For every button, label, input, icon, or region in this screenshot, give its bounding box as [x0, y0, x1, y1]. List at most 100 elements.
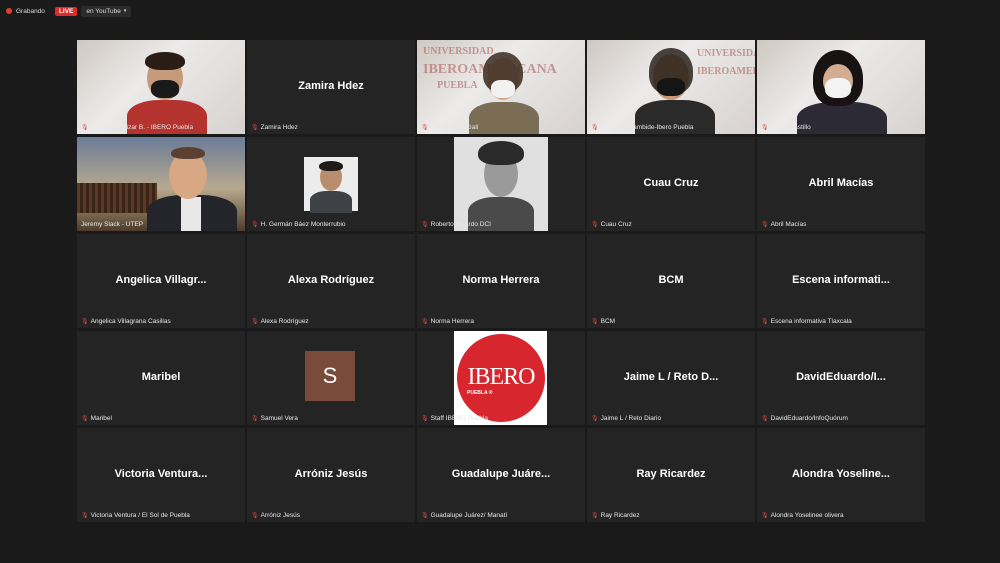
- ibero-logo-subtext: PUEBLA ®: [467, 390, 493, 396]
- chevron-down-icon: ▾: [123, 8, 127, 14]
- muted-mic-icon: 🎙: [761, 319, 769, 325]
- participant-tile[interactable]: Jaime L / Reto D... 🎙 Jaime L / Reto Diar…: [587, 331, 755, 425]
- participant-display-name: Jaime L / Reto D...: [623, 371, 719, 383]
- participant-avatar: S: [305, 351, 355, 401]
- muted-mic-icon: 🎙: [421, 125, 429, 131]
- participant-tile[interactable]: 🎙 Roberto Ricardo DCI: [417, 137, 585, 231]
- participant-tile[interactable]: Norma Herrera 🎙 Norma Herrera: [417, 234, 585, 328]
- participant-tile[interactable]: IBERO PUEBLA ® 🎙 Staff IBERO Puebla: [417, 331, 585, 425]
- participant-display-name: DavidEduardo/I...: [796, 371, 886, 383]
- ibero-logo-text: IBERO: [467, 364, 536, 390]
- participant-tile[interactable]: Ray Ricardez 🎙 Ray Ricardez: [587, 428, 755, 522]
- participant-name-label: 🎙 BCM: [591, 318, 616, 325]
- muted-mic-icon: 🎙: [251, 513, 259, 519]
- participant-tile[interactable]: Alexa Rodríguez 🎙 Alexa Rodríguez: [247, 234, 415, 328]
- participant-tile[interactable]: Cuau Cruz 🎙 Cuau Cruz: [587, 137, 755, 231]
- muted-mic-icon: 🎙: [761, 513, 769, 519]
- participant-name-label: Jeremy Slack - UTEP: [81, 221, 144, 228]
- muted-mic-icon: 🎙: [81, 125, 89, 131]
- participant-name-label: 🎙 Rosario Arrambide-Ibero Puebla: [591, 124, 694, 131]
- muted-mic-icon: 🎙: [81, 319, 89, 325]
- recording-bar: Grabando LIVE en YouTube ▾: [6, 4, 132, 18]
- participant-display-name: Angelica Villagr...: [115, 274, 207, 286]
- participant-display-name: Victoria Ventura...: [114, 468, 208, 480]
- participant-tile[interactable]: 🎙 Guillermo Yrizar B. - IBERO Puebla: [77, 40, 245, 134]
- participant-name-label: 🎙 Alondra Yoselinee olivera: [761, 512, 844, 519]
- participant-video: UNIVERSIDAD IBEROAMERICANA PUEBLA: [417, 40, 585, 134]
- participant-name-label: 🎙 Cuau Cruz: [591, 221, 632, 228]
- muted-mic-icon: 🎙: [251, 125, 259, 131]
- participant-name-label: 🎙 Ray Ricardez: [591, 512, 640, 519]
- participant-name-label: 🎙 Maribel: [81, 415, 112, 422]
- participant-tile[interactable]: 🎙 Nadia Castillo: [757, 40, 925, 134]
- participant-tile[interactable]: Maribel 🎙 Maribel: [77, 331, 245, 425]
- participant-name-label: 🎙 Abril Macías: [761, 221, 807, 228]
- muted-mic-icon: 🎙: [251, 319, 259, 325]
- muted-mic-icon: 🎙: [251, 222, 259, 228]
- participant-tile[interactable]: 🎙 H. Germán Báez Monterrubio: [247, 137, 415, 231]
- participant-display-name: Guadalupe Juáre...: [451, 468, 551, 480]
- muted-mic-icon: 🎙: [591, 125, 599, 131]
- muted-mic-icon: 🎙: [591, 416, 599, 422]
- participant-tile[interactable]: Guadalupe Juáre... 🎙 Guadalupe Juárez/ Ma…: [417, 428, 585, 522]
- muted-mic-icon: 🎙: [421, 513, 429, 519]
- muted-mic-icon: 🎙: [251, 416, 259, 422]
- muted-mic-icon: 🎙: [761, 222, 769, 228]
- live-badge: LIVE: [54, 6, 78, 16]
- participant-video: [77, 40, 245, 134]
- participant-name-label: 🎙 Zamira Hdez: [251, 124, 298, 131]
- participant-name-label: 🎙 Elena Ayala Galí: [421, 124, 479, 131]
- participant-tile[interactable]: S 🎙 Samuel Vera: [247, 331, 415, 425]
- muted-mic-icon: 🎙: [591, 319, 599, 325]
- participant-display-name: Ray Ricardez: [636, 468, 706, 480]
- participant-video: UNIVERSIDAD IBEROAMERICANA: [587, 40, 755, 134]
- participant-tile[interactable]: Escena informati... 🎙 Escena informativa …: [757, 234, 925, 328]
- participant-display-name: BCM: [658, 274, 684, 286]
- participant-tile[interactable]: Zamira Hdez 🎙 Zamira Hdez: [247, 40, 415, 134]
- gallery-grid: 🎙 Guillermo Yrizar B. - IBERO Puebla Zami…: [77, 40, 925, 522]
- youtube-label: en YouTube: [86, 7, 121, 15]
- participant-name-label: 🎙 Victoria Ventura / El Sol de Puebla: [81, 512, 190, 519]
- participant-profile-photo: [454, 137, 548, 231]
- participant-display-name: Alexa Rodríguez: [287, 274, 375, 286]
- youtube-stream-dropdown[interactable]: en YouTube ▾: [81, 5, 132, 17]
- recording-label: Grabando: [16, 7, 45, 15]
- muted-mic-icon: 🎙: [421, 416, 429, 422]
- participant-tile[interactable]: Alondra Yoseline... 🎙 Alondra Yoselinee o…: [757, 428, 925, 522]
- participant-name-label: 🎙 Roberto Ricardo DCI: [421, 221, 491, 228]
- participant-display-name: Escena informati...: [792, 274, 890, 286]
- muted-mic-icon: 🎙: [591, 222, 599, 228]
- muted-mic-icon: 🎙: [421, 222, 429, 228]
- muted-mic-icon: 🎙: [761, 125, 769, 131]
- muted-mic-icon: 🎙: [81, 513, 89, 519]
- participant-display-name: Cuau Cruz: [643, 177, 699, 189]
- participant-tile[interactable]: UNIVERSIDAD IBEROAMERICANA PUEBLA 🎙Elena…: [417, 40, 585, 134]
- participant-display-name: Zamira Hdez: [298, 80, 364, 92]
- participant-display-name: Maribel: [141, 371, 181, 383]
- participant-video: [757, 40, 925, 134]
- recording-icon: [6, 8, 12, 14]
- participant-name-label: 🎙 Jaime L / Reto Diario: [591, 415, 662, 422]
- participant-tile[interactable]: Arróniz Jesús 🎙 Arróniz Jesús: [247, 428, 415, 522]
- participant-tile[interactable]: UNIVERSIDAD IBEROAMERICANA 🎙Rosario Arra…: [587, 40, 755, 134]
- participant-name-label: 🎙 DavidEduardo/InfoQuórum: [761, 415, 848, 422]
- muted-mic-icon: 🎙: [761, 416, 769, 422]
- participant-name-label: 🎙 Escena informativa Tlaxcala: [761, 318, 852, 325]
- muted-mic-icon: 🎙: [81, 416, 89, 422]
- muted-mic-icon: 🎙: [421, 319, 429, 325]
- participant-tile[interactable]: Abril Macías 🎙 Abril Macías: [757, 137, 925, 231]
- participant-tile[interactable]: BCM 🎙 BCM: [587, 234, 755, 328]
- participant-name-label: 🎙 Guadalupe Juárez/ Manatí: [421, 512, 508, 519]
- participant-display-name: Abril Macías: [808, 177, 874, 189]
- participant-name-label: 🎙 H. Germán Báez Monterrubio: [251, 221, 346, 228]
- participant-tile[interactable]: DavidEduardo/I... 🎙 DavidEduardo/InfoQuór…: [757, 331, 925, 425]
- participant-name-label: 🎙 Samuel Vera: [251, 415, 298, 422]
- participant-tile[interactable]: Angelica Villagr... 🎙 Angelica Villagrana…: [77, 234, 245, 328]
- participant-name-label: 🎙 Guillermo Yrizar B. - IBERO Puebla: [81, 124, 194, 131]
- participant-name-label: 🎙 Alexa Rodríguez: [251, 318, 309, 325]
- participant-name-label: 🎙 Angelica Villagrana Casillas: [81, 318, 171, 325]
- participant-display-name: Alondra Yoseline...: [791, 468, 890, 480]
- participant-name-label: 🎙 Arróniz Jesús: [251, 512, 300, 519]
- participant-tile-active-speaker[interactable]: Jeremy Slack - UTEP: [77, 137, 245, 231]
- participant-tile[interactable]: Victoria Ventura... 🎙 Victoria Ventura / …: [77, 428, 245, 522]
